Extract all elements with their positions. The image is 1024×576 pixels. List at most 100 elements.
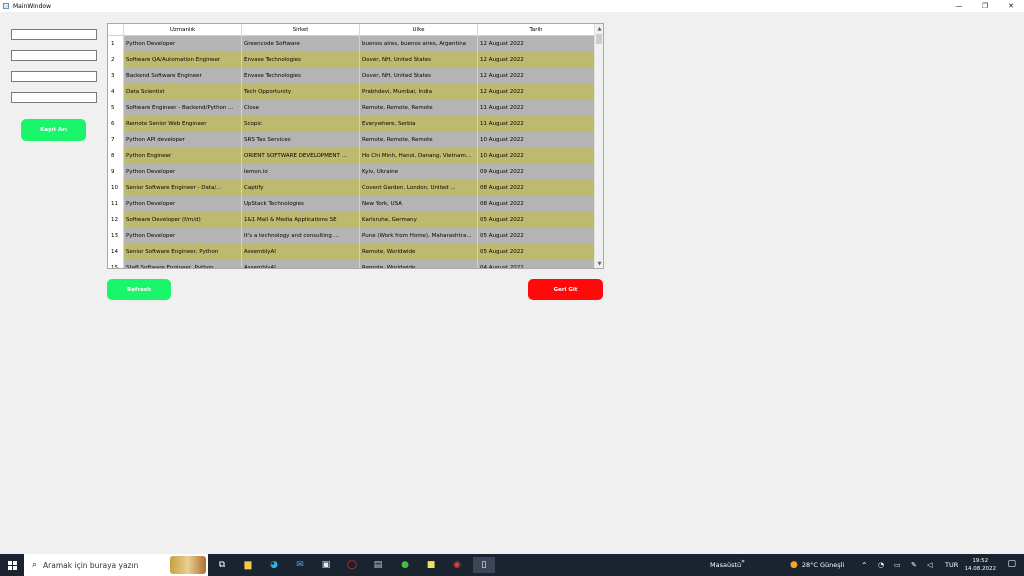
header-sirket[interactable]: Sirket (242, 24, 360, 36)
table-row[interactable]: 10 Senior Software Engineer - Data/... C… (108, 180, 595, 196)
store-icon[interactable]: ▣ (318, 557, 334, 573)
cell-uzmanlik[interactable]: Python Developer (124, 228, 242, 244)
pen-icon[interactable]: ✎ (911, 554, 917, 576)
taskbar-search[interactable]: ⌕ Aramak için buraya yazın (24, 554, 208, 576)
battery-icon[interactable]: ▭ (894, 554, 901, 576)
cell-uzmanlik[interactable]: Software QA/Automation Engineer (124, 52, 242, 68)
cell-tarih[interactable]: 12 August 2022 (478, 68, 595, 84)
cell-sirket[interactable]: ORIENT SOFTWARE DEVELOPMENT ... (242, 148, 360, 164)
row-number[interactable]: 6 (108, 116, 124, 132)
row-number[interactable]: 15 (108, 260, 124, 268)
chrome-icon[interactable]: ◉ (449, 557, 465, 573)
table-row[interactable]: 8 Python Engineer ORIENT SOFTWARE DEVELO… (108, 148, 595, 164)
cell-sirket[interactable]: UpStack Technologies (242, 196, 360, 212)
cell-tarih[interactable]: 05 August 2022 (478, 228, 595, 244)
scroll-thumb[interactable] (596, 34, 602, 44)
database-icon[interactable]: ▤ (370, 557, 386, 573)
row-number[interactable]: 8 (108, 148, 124, 164)
header-tarih[interactable]: Tarih (478, 24, 595, 36)
row-number[interactable]: 12 (108, 212, 124, 228)
cell-uzmanlik[interactable]: Python API developer (124, 132, 242, 148)
table-row[interactable]: 4 Data Scientist Tech Opportunity Prabhd… (108, 84, 595, 100)
cell-uzmanlik[interactable]: Remote Senior Web Engineer (124, 116, 242, 132)
cell-ulke[interactable]: Dover, NH, United States (360, 52, 478, 68)
jobs-table[interactable]: Uzmanlık Sirket Ulke Tarih 1 Python Deve… (107, 23, 604, 269)
row-number[interactable]: 13 (108, 228, 124, 244)
weather-widget[interactable]: ● 28°C Güneşli (790, 554, 844, 576)
save-record-button[interactable]: Kayıt Arı (21, 119, 86, 141)
cell-uzmanlik[interactable]: Python Developer (124, 164, 242, 180)
cell-ulke[interactable]: Dover, NH, United States (360, 68, 478, 84)
edge-icon[interactable]: ◕ (266, 557, 282, 573)
cell-uzmanlik[interactable]: Senior Software Engineer, Python (124, 244, 242, 260)
table-row[interactable]: 9 Python Developer lemon.io Kyiv, Ukrain… (108, 164, 595, 180)
cell-sirket[interactable]: AssemblyAI (242, 260, 360, 268)
notification-icon[interactable]: ▢ (1007, 559, 1016, 569)
cell-tarih[interactable]: 11 August 2022 (478, 116, 595, 132)
cell-tarih[interactable]: 08 August 2022 (478, 196, 595, 212)
desktop-toolbar-label[interactable]: Masaüstü (710, 554, 741, 576)
table-row[interactable]: 14 Senior Software Engineer, Python Asse… (108, 244, 595, 260)
header-corner[interactable] (108, 24, 124, 36)
cell-ulke[interactable]: Remote, Remote, Remote (360, 132, 478, 148)
cell-sirket[interactable]: SRS Tax Services (242, 132, 360, 148)
cell-uzmanlik[interactable]: Python Developer (124, 36, 242, 52)
table-row[interactable]: 5 Software Engineer - Backend/Python ...… (108, 100, 595, 116)
clock[interactable]: 19:52 14.08.2022 (965, 557, 997, 573)
scroll-up-icon[interactable]: ▲ (595, 24, 603, 33)
input-field-1[interactable] (11, 29, 97, 40)
cell-uzmanlik[interactable]: Python Developer (124, 196, 242, 212)
cell-ulke[interactable]: Remote, Worldwide (360, 260, 478, 268)
cell-ulke[interactable]: Karlsruhe, Germany (360, 212, 478, 228)
cell-tarih[interactable]: 10 August 2022 (478, 148, 595, 164)
cell-tarih[interactable]: 10 August 2022 (478, 132, 595, 148)
table-row[interactable]: 1 Python Developer Greencode Software bu… (108, 36, 595, 52)
cell-uzmanlik[interactable]: Python Engineer (124, 148, 242, 164)
table-row[interactable]: 11 Python Developer UpStack Technologies… (108, 196, 595, 212)
cell-tarih[interactable]: 05 August 2022 (478, 212, 595, 228)
refresh-button[interactable]: Refresh (107, 279, 171, 300)
input-field-2[interactable] (11, 50, 97, 61)
cell-sirket[interactable]: Tech Opportunity (242, 84, 360, 100)
cell-sirket[interactable]: Greencode Software (242, 36, 360, 52)
notepad-icon[interactable]: ▯ (473, 557, 495, 573)
wechat-icon[interactable]: ● (397, 557, 413, 573)
cell-ulke[interactable]: Ho Chi Minh, Hanoi, Danang, Vietnam... (360, 148, 478, 164)
row-number[interactable]: 5 (108, 100, 124, 116)
cell-sirket[interactable]: Scopic (242, 116, 360, 132)
row-number[interactable]: 7 (108, 132, 124, 148)
table-row[interactable]: 7 Python API developer SRS Tax Services … (108, 132, 595, 148)
cell-tarih[interactable]: 04 August 2022 (478, 260, 595, 268)
cell-ulke[interactable]: Covent Garden, London, United ... (360, 180, 478, 196)
network-icon[interactable]: ◔ (878, 554, 884, 576)
table-row[interactable]: 12 Software Developer (f/m/d) 1&1 Mail &… (108, 212, 595, 228)
opera-icon[interactable]: ◯ (344, 557, 360, 573)
cell-tarih[interactable]: 11 August 2022 (478, 100, 595, 116)
table-row[interactable]: 2 Software QA/Automation Engineer Envase… (108, 52, 595, 68)
cell-uzmanlik[interactable]: Backend Software Engineer (124, 68, 242, 84)
cell-uzmanlik[interactable]: Software Developer (f/m/d) (124, 212, 242, 228)
cell-ulke[interactable]: Kyiv, Ukraine (360, 164, 478, 180)
table-row[interactable]: 3 Backend Software Engineer Envase Techn… (108, 68, 595, 84)
cell-sirket[interactable]: Close (242, 100, 360, 116)
cell-tarih[interactable]: 09 August 2022 (478, 164, 595, 180)
cell-ulke[interactable]: buenos aires, buenos aires, Argentina (360, 36, 478, 52)
row-number[interactable]: 1 (108, 36, 124, 52)
show-hidden-icons-icon[interactable]: ⌃ (861, 554, 868, 576)
task-view-icon[interactable]: ⧉ (214, 557, 230, 573)
cell-tarih[interactable]: 12 August 2022 (478, 36, 595, 52)
row-number[interactable]: 4 (108, 84, 124, 100)
cell-ulke[interactable]: Everywhere, Serbia (360, 116, 478, 132)
cell-uzmanlik[interactable]: Software Engineer - Backend/Python ... (124, 100, 242, 116)
row-number[interactable]: 9 (108, 164, 124, 180)
cell-sirket[interactable]: AssemblyAI (242, 244, 360, 260)
table-row[interactable]: 13 Python Developer It's a technology an… (108, 228, 595, 244)
cell-ulke[interactable]: New York, USA (360, 196, 478, 212)
table-row[interactable]: 6 Remote Senior Web Engineer Scopic Ever… (108, 116, 595, 132)
cell-uzmanlik[interactable]: Staff Software Engineer, Python (124, 260, 242, 268)
cell-uzmanlik[interactable]: Senior Software Engineer - Data/... (124, 180, 242, 196)
cell-tarih[interactable]: 08 August 2022 (478, 180, 595, 196)
file-explorer-icon[interactable]: ▆ (240, 557, 256, 573)
table-row[interactable]: 15 Staff Software Engineer, Python Assem… (108, 260, 595, 268)
row-number[interactable]: 14 (108, 244, 124, 260)
